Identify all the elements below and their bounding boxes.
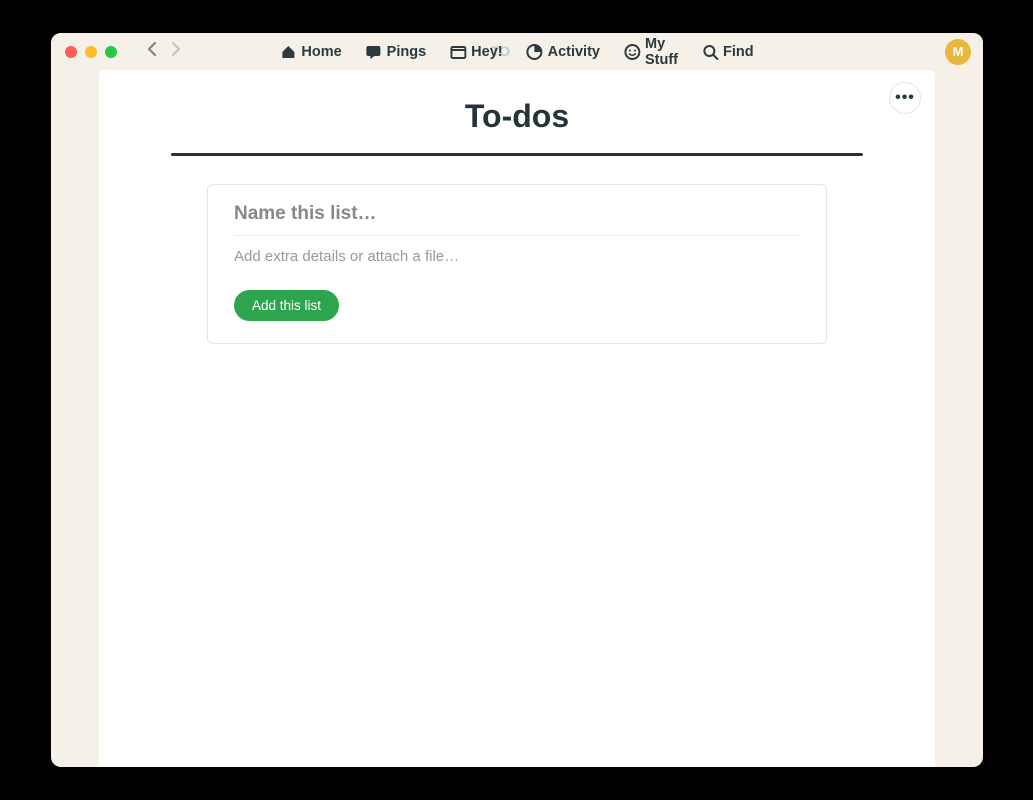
add-list-button[interactable]: Add this list <box>234 290 339 321</box>
ellipsis-icon: ••• <box>895 89 915 107</box>
list-name-input[interactable] <box>234 203 800 236</box>
nav-mystuff[interactable]: My Stuff <box>624 36 678 68</box>
activity-icon <box>527 44 543 60</box>
content-area: ••• To-dos Add this list <box>51 70 983 767</box>
new-list-form: Add this list <box>207 184 827 344</box>
back-button[interactable] <box>147 42 157 61</box>
page-title: To-dos <box>135 98 899 135</box>
nav-home-label: Home <box>301 44 341 60</box>
nav-hey-label: Hey! <box>471 44 502 60</box>
title-divider <box>171 153 863 156</box>
forward-button[interactable] <box>171 42 181 61</box>
titlebar: TO Home Pings Hey! <box>51 33 983 70</box>
pings-icon <box>366 44 382 60</box>
nav-pings[interactable]: Pings <box>366 44 426 60</box>
home-icon <box>280 44 296 60</box>
nav-find-label: Find <box>723 44 754 60</box>
maximize-window-button[interactable] <box>105 46 117 58</box>
minimize-window-button[interactable] <box>85 46 97 58</box>
more-menu-button[interactable]: ••• <box>889 82 921 114</box>
page-card: ••• To-dos Add this list <box>99 70 935 767</box>
list-details-input[interactable] <box>234 248 800 265</box>
nav-mystuff-label: My Stuff <box>645 36 678 68</box>
hey-icon <box>450 44 466 60</box>
close-window-button[interactable] <box>65 46 77 58</box>
avatar[interactable]: M <box>945 39 971 65</box>
nav-activity-label: Activity <box>548 44 600 60</box>
search-icon <box>702 44 718 60</box>
nav-find[interactable]: Find <box>702 44 754 60</box>
top-nav: Home Pings Hey! Activity <box>280 36 753 68</box>
app-window: TO Home Pings Hey! <box>51 33 983 767</box>
avatar-initial: M <box>953 44 964 59</box>
history-nav <box>147 42 181 61</box>
mystuff-icon <box>624 44 640 60</box>
traffic-lights <box>65 46 117 58</box>
nav-pings-label: Pings <box>387 44 426 60</box>
nav-activity[interactable]: Activity <box>527 44 600 60</box>
nav-hey[interactable]: Hey! <box>450 44 502 60</box>
nav-home[interactable]: Home <box>280 44 341 60</box>
